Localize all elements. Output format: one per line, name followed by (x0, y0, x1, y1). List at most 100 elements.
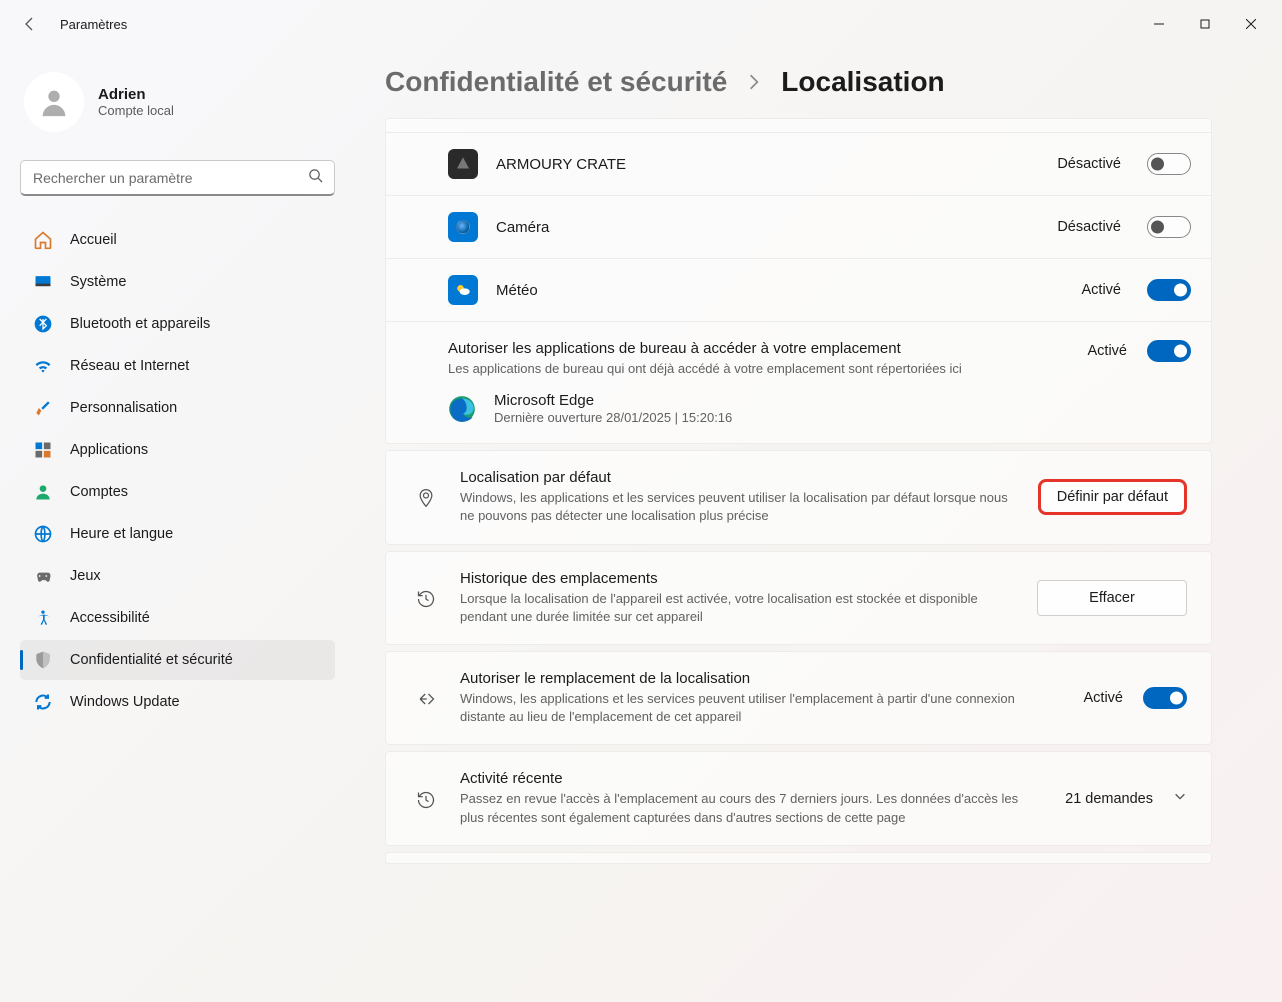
edge-icon (448, 395, 476, 423)
recent-count: 21 demandes (1065, 791, 1153, 807)
armoury-icon (448, 149, 478, 179)
app-title: Paramètres (60, 17, 127, 32)
default-loc-title: Localisation par défaut (460, 469, 1016, 486)
sidebar-item-accessibility[interactable]: Accessibilité (20, 598, 335, 638)
window-controls (1136, 8, 1274, 40)
clock-globe-icon (32, 523, 54, 545)
history-title: Historique des emplacements (460, 570, 1015, 587)
toggle-status: Désactivé (1057, 156, 1121, 172)
app-row-camera: Caméra Désactivé (386, 196, 1211, 259)
default-location-card: Localisation par défaut Windows, les app… (385, 450, 1212, 544)
override-icon (414, 687, 438, 711)
desktop-desc: Les applications de bureau qui ont déjà … (448, 360, 1066, 378)
edge-name: Microsoft Edge (494, 392, 1191, 409)
override-card: Autoriser le remplacement de la localisa… (385, 651, 1212, 745)
shield-icon (32, 649, 54, 671)
sidebar-item-label: Bluetooth et appareils (70, 316, 210, 332)
sidebar-item-accounts[interactable]: Comptes (20, 472, 335, 512)
toggle-status: Activé (1082, 282, 1122, 298)
maximize-button[interactable] (1182, 8, 1228, 40)
sidebar-item-label: Jeux (70, 568, 101, 584)
app-row-armoury: ARMOURY CRATE Désactivé (386, 133, 1211, 196)
user-block[interactable]: Adrien Compte local (20, 66, 335, 142)
user-name: Adrien (98, 86, 174, 103)
sidebar-item-home[interactable]: Accueil (20, 220, 335, 260)
brush-icon (32, 397, 54, 419)
person-icon (32, 481, 54, 503)
clear-history-button[interactable]: Effacer (1037, 580, 1187, 616)
sidebar-item-time[interactable]: Heure et langue (20, 514, 335, 554)
weather-icon (448, 275, 478, 305)
search-icon (308, 168, 323, 188)
update-icon (32, 691, 54, 713)
sidebar-item-windowsupdate[interactable]: Windows Update (20, 682, 335, 722)
sidebar-item-network[interactable]: Réseau et Internet (20, 346, 335, 386)
sidebar: Adrien Compte local Accueil Système Blue… (0, 48, 355, 1002)
sidebar-item-gaming[interactable]: Jeux (20, 556, 335, 596)
content: Confidentialité et sécurité Localisation… (355, 48, 1282, 1002)
toggle-override[interactable] (1143, 687, 1187, 709)
peek-card (385, 852, 1212, 864)
list-cutoff (386, 119, 1211, 133)
user-sub: Compte local (98, 103, 174, 118)
app-list: ARMOURY CRATE Désactivé Caméra Désactivé… (385, 118, 1212, 444)
app-name: Météo (496, 282, 1064, 299)
desktop-title: Autoriser les applications de bureau à a… (448, 340, 1066, 357)
toggle-status: Activé (1088, 343, 1128, 359)
desktop-apps-row: Autoriser les applications de bureau à a… (386, 322, 1211, 443)
close-button[interactable] (1228, 8, 1274, 40)
sidebar-item-label: Comptes (70, 484, 128, 500)
accessibility-icon (32, 607, 54, 629)
default-loc-desc: Windows, les applications et les service… (460, 489, 1016, 525)
toggle-weather[interactable] (1147, 279, 1191, 301)
history-card: Historique des emplacements Lorsque la l… (385, 551, 1212, 645)
override-desc: Windows, les applications et les service… (460, 690, 1062, 726)
recent-icon (414, 788, 438, 812)
sidebar-item-bluetooth[interactable]: Bluetooth et appareils (20, 304, 335, 344)
sidebar-item-privacy[interactable]: Confidentialité et sécurité (20, 640, 335, 680)
toggle-camera[interactable] (1147, 216, 1191, 238)
gamepad-icon (32, 565, 54, 587)
sidebar-item-label: Réseau et Internet (70, 358, 189, 374)
toggle-status: Activé (1084, 690, 1124, 706)
wifi-icon (32, 355, 54, 377)
sidebar-item-label: Confidentialité et sécurité (70, 652, 233, 668)
system-icon (32, 271, 54, 293)
apps-icon (32, 439, 54, 461)
app-row-weather: Météo Activé (386, 259, 1211, 322)
page-title: Localisation (781, 66, 944, 98)
chevron-down-icon (1173, 789, 1187, 808)
sidebar-item-label: Personnalisation (70, 400, 177, 416)
minimize-button[interactable] (1136, 8, 1182, 40)
recent-title: Activité récente (460, 770, 1043, 787)
sidebar-item-apps[interactable]: Applications (20, 430, 335, 470)
chevron-right-icon (745, 73, 763, 91)
override-title: Autoriser le remplacement de la localisa… (460, 670, 1062, 687)
history-icon (414, 587, 438, 611)
back-button[interactable] (18, 12, 42, 36)
edge-last: Dernière ouverture 28/01/2025 | 15:20:16 (494, 410, 1191, 425)
breadcrumb-parent[interactable]: Confidentialité et sécurité (385, 66, 727, 98)
set-default-button[interactable]: Définir par défaut (1038, 479, 1187, 515)
titlebar: Paramètres (0, 0, 1282, 48)
search-input[interactable] (20, 160, 335, 196)
sidebar-item-system[interactable]: Système (20, 262, 335, 302)
toggle-armoury[interactable] (1147, 153, 1191, 175)
camera-icon (448, 212, 478, 242)
sidebar-item-label: Applications (70, 442, 148, 458)
sidebar-item-label: Système (70, 274, 126, 290)
bluetooth-icon (32, 313, 54, 335)
toggle-desktop-apps[interactable] (1147, 340, 1191, 362)
toggle-status: Désactivé (1057, 219, 1121, 235)
sidebar-item-personalization[interactable]: Personnalisation (20, 388, 335, 428)
location-pin-icon (414, 486, 438, 510)
sidebar-item-label: Accessibilité (70, 610, 150, 626)
sidebar-item-label: Windows Update (70, 694, 180, 710)
recent-activity-card[interactable]: Activité récente Passez en revue l'accès… (385, 751, 1212, 845)
app-name: ARMOURY CRATE (496, 156, 1039, 173)
breadcrumb: Confidentialité et sécurité Localisation (385, 66, 1212, 98)
recent-desc: Passez en revue l'accès à l'emplacement … (460, 790, 1043, 826)
avatar (24, 72, 84, 132)
app-name: Caméra (496, 219, 1039, 236)
sidebar-item-label: Heure et langue (70, 526, 173, 542)
